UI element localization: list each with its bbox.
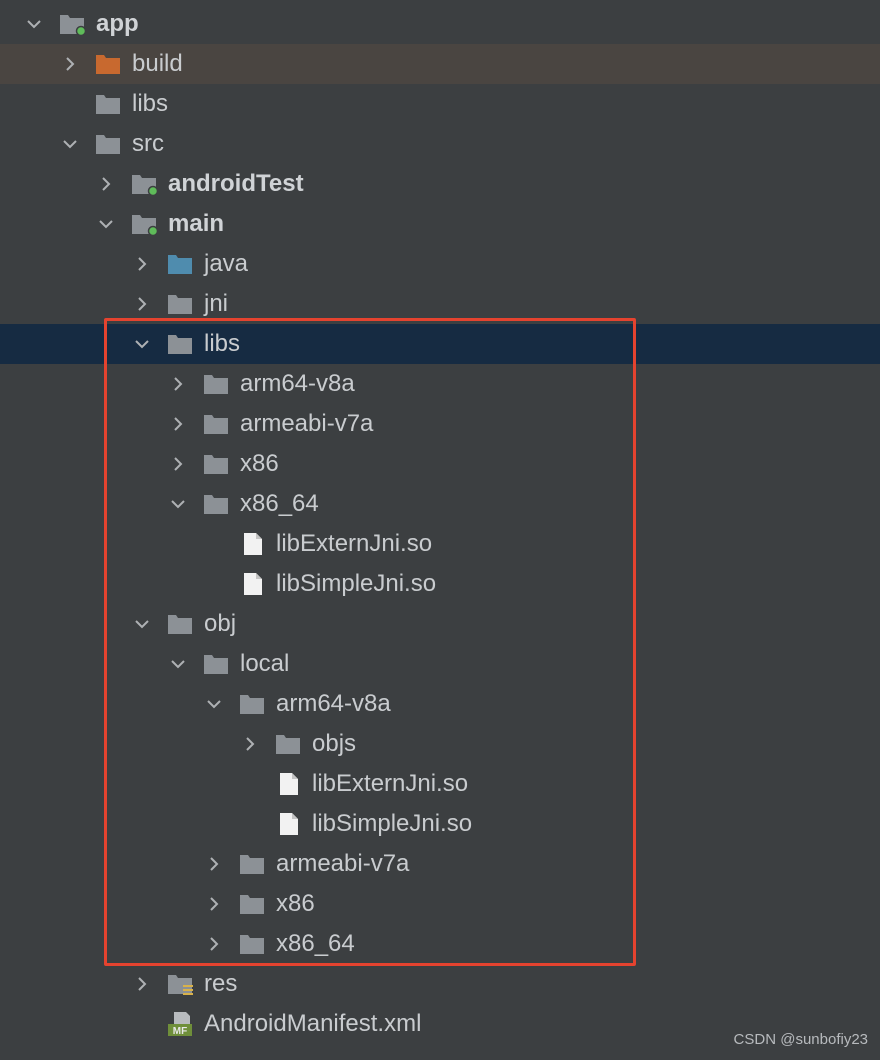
tree-label: build (132, 50, 183, 77)
tree-label: objs (312, 730, 357, 757)
source-folder-icon (166, 252, 194, 276)
chevron-down-icon[interactable] (204, 694, 224, 714)
tree-row-file[interactable]: libSimpleJni.so (0, 564, 880, 604)
chevron-right-icon[interactable] (168, 454, 188, 474)
tree-row-local-arm64-v8a[interactable]: arm64-v8a (0, 684, 880, 724)
tree-label: x86 (276, 890, 315, 917)
chevron-down-icon[interactable] (96, 214, 116, 234)
tree-label: androidTest (168, 170, 304, 197)
excluded-folder-icon (94, 52, 122, 76)
tree-label: armeabi-v7a (276, 850, 410, 877)
tree-row-file[interactable]: libSimpleJni.so (0, 804, 880, 844)
tree-row-libs-x86[interactable]: x86 (0, 444, 880, 484)
folder-icon (94, 132, 122, 156)
manifest-file-icon: MF (166, 1012, 194, 1036)
chevron-right-icon[interactable] (168, 414, 188, 434)
chevron-down-icon[interactable] (168, 654, 188, 674)
chevron-right-icon[interactable] (204, 894, 224, 914)
tree-label: libExternJni.so (312, 770, 469, 797)
file-icon (274, 812, 302, 836)
svg-text:MF: MF (173, 1026, 187, 1036)
tree-label: libs (204, 330, 241, 357)
tree-row-local-x86[interactable]: x86 (0, 884, 880, 924)
folder-icon (238, 852, 266, 876)
tree-row-libs-selected[interactable]: libs (0, 324, 880, 364)
tree-row-local-x86-64[interactable]: x86_64 (0, 924, 880, 964)
chevron-right-icon[interactable] (132, 254, 152, 274)
tree-row-libs[interactable]: libs (0, 84, 880, 124)
tree-row-jni[interactable]: jni (0, 284, 880, 324)
folder-icon (166, 292, 194, 316)
tree-row-libs-armeabi-v7a[interactable]: armeabi-v7a (0, 404, 880, 444)
tree-label: x86_64 (276, 930, 355, 957)
tree-label: java (204, 250, 249, 277)
folder-icon (238, 932, 266, 956)
chevron-right-icon[interactable] (204, 854, 224, 874)
tree-row-app[interactable]: app (0, 4, 880, 44)
tree-label: armeabi-v7a (240, 410, 374, 437)
tree-label: jni (204, 290, 229, 317)
chevron-down-icon[interactable] (60, 134, 80, 154)
chevron-right-icon[interactable] (240, 734, 260, 754)
chevron-right-icon[interactable] (60, 54, 80, 74)
folder-icon (238, 892, 266, 916)
tree-row-libs-arm64-v8a[interactable]: arm64-v8a (0, 364, 880, 404)
tree-row-androidtest[interactable]: androidTest (0, 164, 880, 204)
tree-label: arm64-v8a (276, 690, 391, 717)
tree-label: AndroidManifest.xml (204, 1010, 422, 1037)
tree-label: local (240, 650, 290, 677)
tree-label: libs (132, 90, 169, 117)
folder-icon (202, 412, 230, 436)
tree-row-res[interactable]: res (0, 964, 880, 1004)
chevron-down-icon[interactable] (168, 494, 188, 514)
tree-label: libExternJni.so (276, 530, 433, 557)
tree-label: libSimpleJni.so (312, 810, 473, 837)
tree-row-file[interactable]: libExternJni.so (0, 524, 880, 564)
folder-icon (274, 732, 302, 756)
chevron-right-icon[interactable] (132, 974, 152, 994)
file-icon (238, 572, 266, 596)
tree-row-libs-x86-64[interactable]: x86_64 (0, 484, 880, 524)
module-folder-icon (130, 212, 158, 236)
folder-icon (202, 492, 230, 516)
chevron-down-icon[interactable] (24, 14, 44, 34)
tree-label: x86_64 (240, 490, 319, 517)
tree-row-main[interactable]: main (0, 204, 880, 244)
folder-icon (94, 92, 122, 116)
tree-row-obj[interactable]: obj (0, 604, 880, 644)
tree-label: res (204, 970, 238, 997)
tree-row-local[interactable]: local (0, 644, 880, 684)
chevron-down-icon[interactable] (132, 614, 152, 634)
tree-row-objs[interactable]: objs (0, 724, 880, 764)
folder-icon (202, 372, 230, 396)
tree-label: main (168, 210, 225, 237)
folder-icon (202, 652, 230, 676)
tree-label: libSimpleJni.so (276, 570, 437, 597)
tree-row-build[interactable]: build (0, 44, 880, 84)
tree-label: app (96, 10, 139, 37)
tree-label: obj (204, 610, 237, 637)
module-folder-icon (130, 172, 158, 196)
tree-label: x86 (240, 450, 279, 477)
folder-icon (202, 452, 230, 476)
tree-label: arm64-v8a (240, 370, 355, 397)
tree-label: src (132, 130, 164, 157)
chevron-right-icon[interactable] (168, 374, 188, 394)
folder-icon (238, 692, 266, 716)
tree-row-java[interactable]: java (0, 244, 880, 284)
watermark: CSDN @sunbofiy23 (733, 1031, 868, 1048)
tree-row-file[interactable]: libExternJni.so (0, 764, 880, 804)
module-folder-icon (58, 12, 86, 36)
tree-row-src[interactable]: src (0, 124, 880, 164)
file-icon (238, 532, 266, 556)
file-icon (274, 772, 302, 796)
chevron-down-icon[interactable] (132, 334, 152, 354)
tree-row-local-armeabi-v7a[interactable]: armeabi-v7a (0, 844, 880, 884)
folder-icon (166, 612, 194, 636)
chevron-right-icon[interactable] (204, 934, 224, 954)
folder-icon (166, 332, 194, 356)
chevron-right-icon[interactable] (132, 294, 152, 314)
resource-folder-icon (166, 972, 194, 996)
chevron-right-icon[interactable] (96, 174, 116, 194)
